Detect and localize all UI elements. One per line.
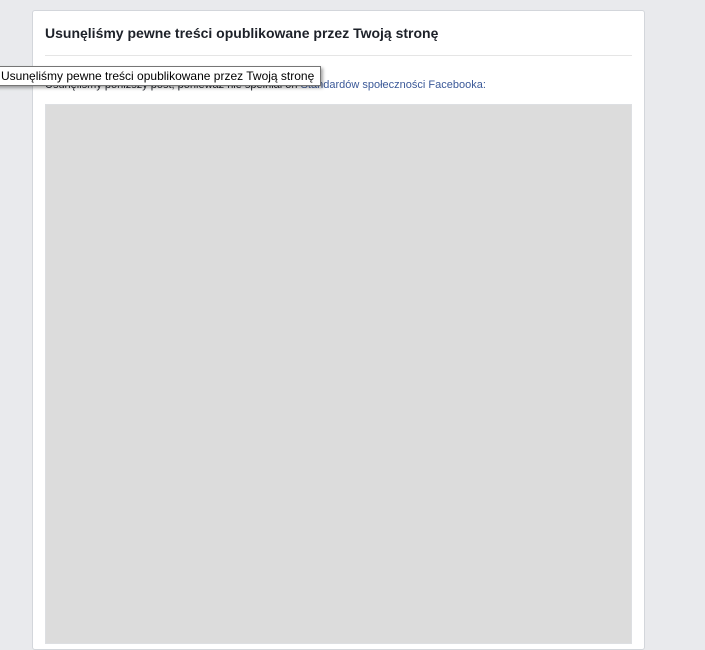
- title-tooltip: Usunęliśmy pewne treści opublikowane prz…: [0, 66, 322, 86]
- divider: [45, 55, 632, 56]
- community-standards-link[interactable]: Standardów społeczności Facebooka:: [301, 79, 486, 91]
- post-photo-placeholder: [46, 105, 631, 643]
- removed-post-image: [45, 104, 632, 644]
- panel-title: Usunęliśmy pewne treści opublikowane prz…: [45, 25, 439, 41]
